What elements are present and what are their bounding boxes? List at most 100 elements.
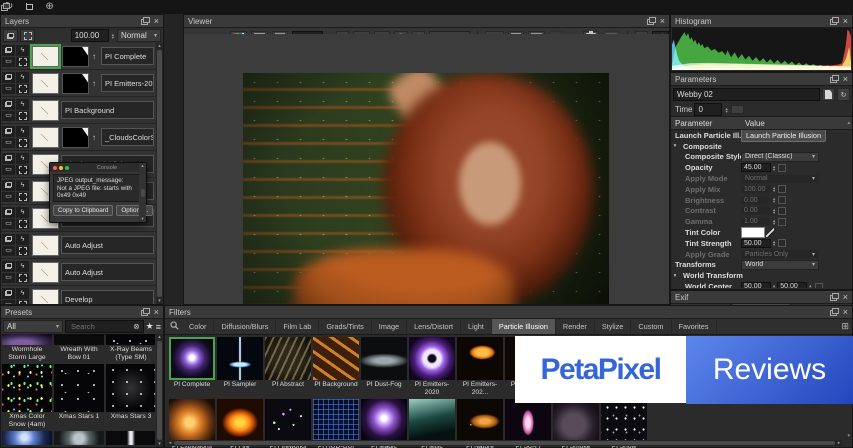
- preset-item[interactable]: [2, 431, 52, 445]
- filter-thumbnail[interactable]: [313, 337, 359, 380]
- lightning-icon[interactable]: ϟ: [16, 99, 29, 110]
- filter-thumbnail[interactable]: [217, 399, 263, 442]
- filter-item[interactable]: PI Abstract: [265, 337, 311, 396]
- parameter-number-field[interactable]: 50.00: [741, 282, 771, 288]
- lightning-icon[interactable]: ϟ: [16, 153, 29, 164]
- float-panel-icon[interactable]: [829, 75, 839, 83]
- scroll-down-icon[interactable]: ▾: [847, 433, 850, 439]
- transform-layer-button[interactable]: [20, 29, 35, 42]
- filter-thumbnail[interactable]: [409, 399, 455, 442]
- layer-label[interactable]: PI Emitters-2021.5: [101, 74, 154, 92]
- favorites-star-icon[interactable]: ★: [146, 321, 154, 332]
- parameter-number-field[interactable]: 100.00: [741, 184, 771, 194]
- value-stepper[interactable]: ▴▾: [773, 196, 775, 204]
- close-icon[interactable]: ×: [843, 308, 848, 317]
- parameter-option-box[interactable]: [778, 217, 787, 226]
- share-icon[interactable]: ↑: [89, 133, 99, 142]
- scroll-right-icon[interactable]: ▸: [836, 440, 842, 446]
- float-panel-icon[interactable]: [829, 293, 839, 301]
- preset-thumbnail[interactable]: [106, 364, 155, 412]
- parameter-number-field[interactable]: 0.00: [741, 195, 771, 205]
- duplicate-icon[interactable]: [2, 288, 15, 299]
- duplicate-icon[interactable]: [2, 153, 15, 164]
- viewer-canvas[interactable]: [184, 34, 669, 304]
- filter-item[interactable]: PI Complete: [169, 337, 215, 396]
- parameter-select[interactable]: Direct (Classic) ▾: [741, 151, 819, 162]
- share-icon[interactable]: ↑: [89, 79, 99, 88]
- layer-row[interactable]: ϟ▭ ↑PI Emitters-2021.5: [1, 70, 156, 97]
- preset-thumbnail[interactable]: [2, 364, 52, 412]
- time-stepper[interactable]: ▴ ▾: [725, 106, 727, 114]
- scroll-left-icon[interactable]: ◂: [167, 440, 173, 446]
- mask-icon[interactable]: [16, 218, 29, 229]
- close-icon[interactable]: ×: [843, 293, 848, 302]
- duplicate-icon[interactable]: [2, 261, 15, 272]
- reset-icon[interactable]: ↻: [837, 88, 850, 101]
- layer-opacity-field[interactable]: 100.00: [70, 29, 109, 42]
- parameter-row[interactable]: Apply Mix 100.00 ▴ ▾: [671, 184, 852, 195]
- mask-icon[interactable]: [16, 83, 29, 94]
- parameter-option-box[interactable]: [778, 185, 787, 194]
- duplicate-icon[interactable]: [2, 72, 15, 83]
- stepper-down-icon[interactable]: ▾: [773, 286, 775, 288]
- float-panel-icon[interactable]: [140, 308, 150, 316]
- close-icon[interactable]: ×: [154, 17, 159, 26]
- float-panel-icon[interactable]: [829, 308, 839, 316]
- stepper-down-icon[interactable]: ▾: [773, 210, 775, 215]
- blend-mode-select[interactable]: Normal ▾: [117, 29, 161, 42]
- filter-thumbnail[interactable]: [217, 337, 263, 380]
- duplicate-icon[interactable]: [2, 234, 15, 245]
- preset-thumbnail[interactable]: [106, 431, 155, 445]
- filter-tab-film-lab[interactable]: Film Lab: [276, 319, 320, 334]
- search-icon[interactable]: [170, 321, 179, 332]
- filter-thumbnail[interactable]: [361, 337, 407, 380]
- duplicate-icon[interactable]: [2, 126, 15, 137]
- filter-thumbnail[interactable]: [409, 337, 455, 380]
- monitor-icon[interactable]: ▭: [2, 137, 15, 148]
- parameter-option-box[interactable]: [778, 163, 787, 172]
- filter-item[interactable]: PI Background: [313, 337, 359, 396]
- filter-thumbnail[interactable]: [169, 337, 215, 380]
- time-field[interactable]: 0: [694, 103, 723, 116]
- value-stepper[interactable]: ▴▾: [773, 283, 775, 288]
- value-stepper[interactable]: ▴▾: [773, 218, 775, 226]
- console-titlebar[interactable]: Console: [50, 163, 146, 172]
- preset-item[interactable]: [54, 431, 104, 445]
- zoom-traffic-icon[interactable]: [65, 165, 69, 170]
- parameter-row[interactable]: Composite Style Direct (Classic) ▾: [671, 151, 852, 163]
- preset-item[interactable]: Xmas Stars 3: [106, 364, 155, 430]
- parameter-row[interactable]: World Center50.00▴▾50.00▴▾: [671, 281, 852, 288]
- mask-icon[interactable]: [16, 56, 29, 67]
- value-stepper[interactable]: ▴▾: [773, 186, 775, 194]
- tint-color-swatch[interactable]: [741, 227, 765, 239]
- mask-icon[interactable]: [16, 164, 29, 175]
- stepper-down-icon[interactable]: ▾: [773, 243, 775, 248]
- lightning-icon[interactable]: ϟ: [16, 288, 29, 299]
- launch-particle-illusion-button[interactable]: Launch Particle Illusion: [741, 130, 827, 142]
- mask-icon[interactable]: [16, 245, 29, 256]
- layer-thumbnail[interactable]: [32, 72, 59, 94]
- preset-item[interactable]: Xmas Stars 1: [54, 364, 104, 430]
- close-icon[interactable]: ×: [660, 17, 665, 26]
- layer-label[interactable]: PI Complete: [101, 47, 154, 65]
- parameter-row[interactable]: Brightness 0.00 ▴ ▾: [671, 195, 852, 206]
- stepper-down-icon[interactable]: ▾: [773, 167, 775, 172]
- mask-icon[interactable]: [16, 299, 29, 304]
- lightning-icon[interactable]: ϟ: [16, 261, 29, 272]
- layer-label[interactable]: Auto Adjust: [61, 263, 154, 281]
- float-panel-icon[interactable]: [140, 17, 150, 25]
- crop-icon[interactable]: [25, 3, 34, 11]
- layer-row[interactable]: ϟ ▭ Auto Adjust: [1, 259, 156, 286]
- chevron-expanded-icon[interactable]: ▾: [671, 273, 679, 279]
- lightning-icon[interactable]: ϟ: [16, 207, 29, 218]
- parameter-row[interactable]: Tint Strength 50.00 ▴ ▾: [671, 238, 852, 249]
- layer-mask-thumbnail[interactable]: [62, 126, 89, 148]
- layer-row[interactable]: ϟ ▭ Auto Adjust: [1, 232, 156, 259]
- layer-mask-thumbnail[interactable]: [62, 45, 89, 67]
- filter-tab-light[interactable]: Light: [461, 319, 492, 334]
- parameter-row[interactable]: Opacity 45.00 ▴ ▾: [671, 162, 852, 173]
- parameter-row[interactable]: ▾ World Transform: [671, 270, 852, 281]
- eyedropper-icon[interactable]: [766, 228, 774, 238]
- monitor-icon[interactable]: ▭: [2, 272, 15, 283]
- close-icon[interactable]: ×: [154, 308, 159, 317]
